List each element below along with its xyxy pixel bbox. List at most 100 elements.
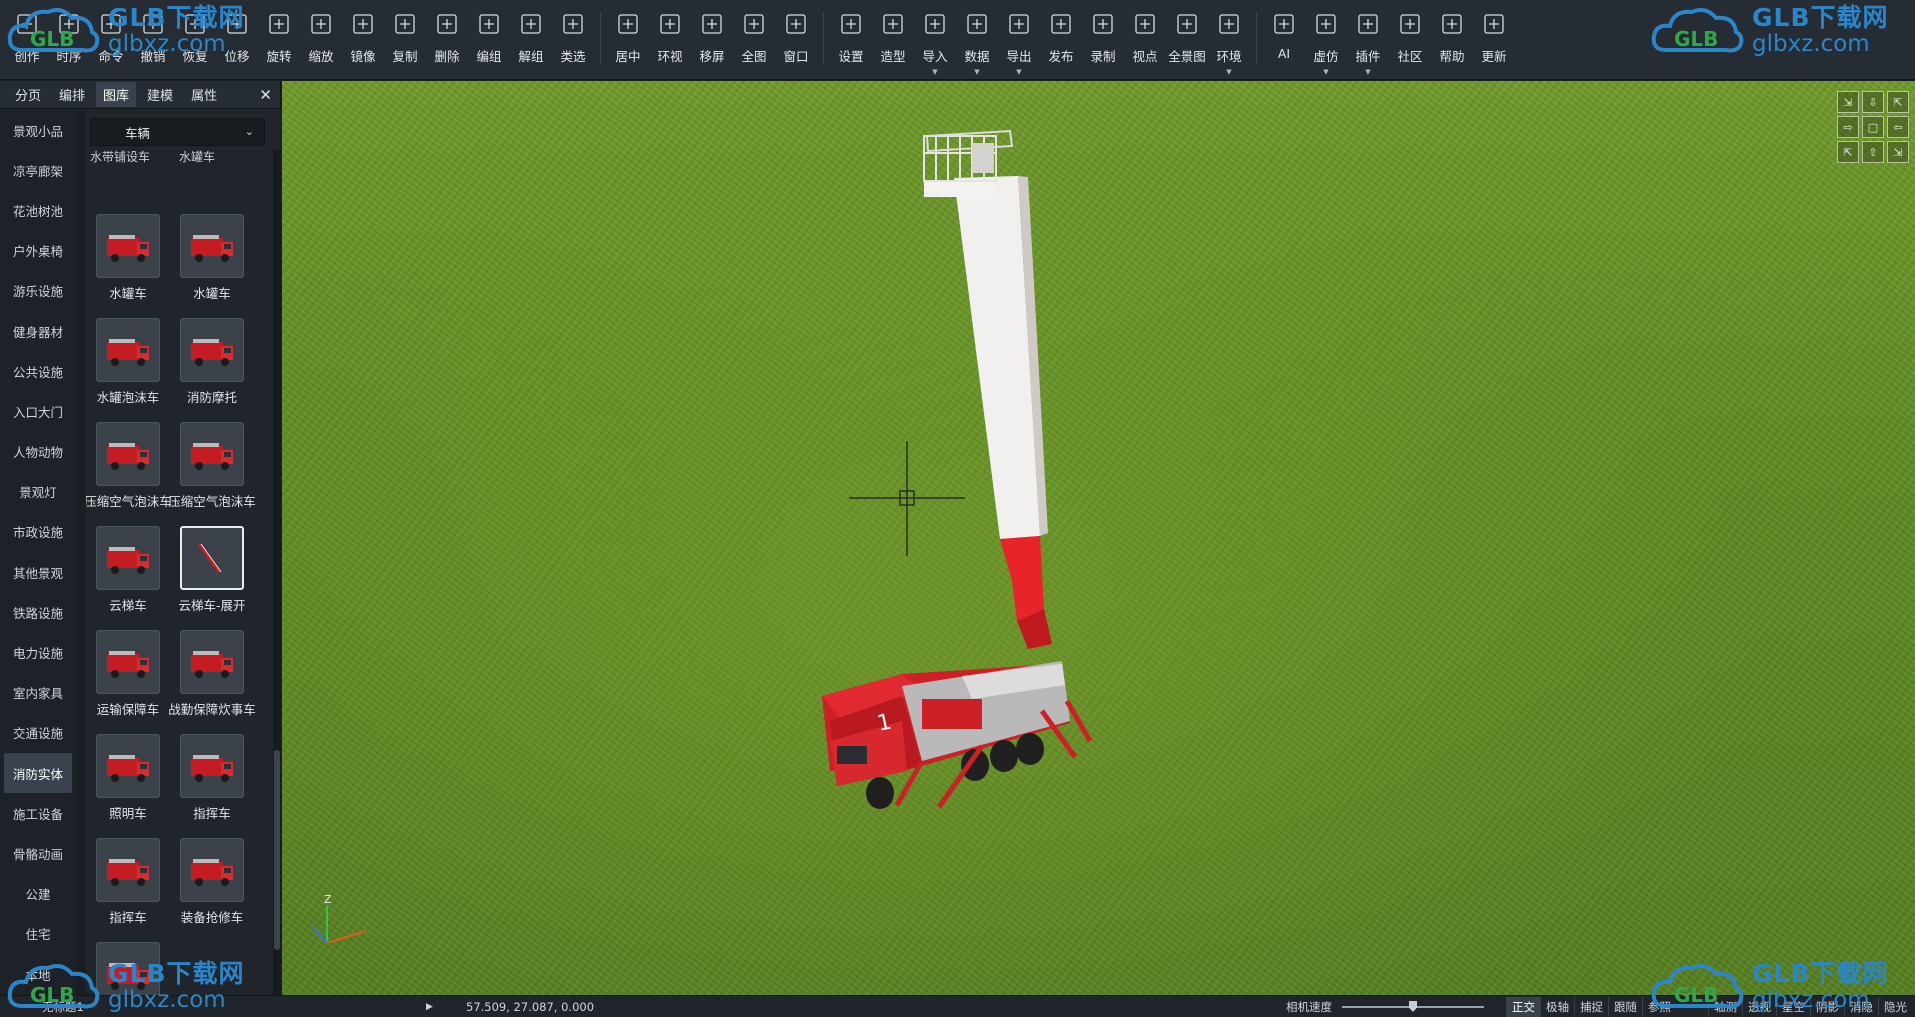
library-item[interactable]: 消防摩托 bbox=[170, 318, 254, 418]
toolbar-button-move[interactable]: 位移 bbox=[216, 0, 258, 80]
library-item[interactable]: 水罐泡沫车 bbox=[86, 318, 170, 418]
view-nav-button-icon[interactable]: ⇨ bbox=[1837, 116, 1859, 138]
camera-speed-handle[interactable] bbox=[1409, 1001, 1417, 1012]
view-nav-button-icon[interactable]: ⇧ bbox=[1862, 141, 1884, 163]
toolbar-button-plugin[interactable]: 插件 ▼ bbox=[1347, 0, 1389, 80]
view-mode-toggle[interactable]: 阴影 bbox=[1810, 996, 1844, 1017]
view-nav-button-icon[interactable]: ⇲ bbox=[1887, 141, 1909, 163]
toolbar-button-publish[interactable]: 发布 bbox=[1040, 0, 1082, 80]
snap-mode-toggle[interactable]: 极轴 bbox=[1540, 996, 1574, 1017]
toolbar-button-copy[interactable]: 复制 bbox=[384, 0, 426, 80]
toolbar-button-viewpoint[interactable]: 视点 bbox=[1124, 0, 1166, 80]
toolbar-button-fit-all[interactable]: 全图 bbox=[733, 0, 775, 80]
toolbar-button-center[interactable]: 居中 bbox=[607, 0, 649, 80]
library-item[interactable]: 指挥车 bbox=[86, 838, 170, 938]
toolbar-button-community[interactable]: 社区 bbox=[1389, 0, 1431, 80]
panel-tab[interactable]: 建模 bbox=[140, 82, 180, 107]
category-item[interactable]: 公建 bbox=[0, 874, 76, 914]
category-item[interactable]: 凉亭廊架 bbox=[0, 150, 76, 190]
library-item[interactable]: 水罐车 bbox=[86, 214, 170, 314]
toolbar-button-group[interactable]: 编组 bbox=[468, 0, 510, 80]
toolbar-button-help[interactable]: 帮助 bbox=[1431, 0, 1473, 80]
category-item[interactable]: 住宅 bbox=[0, 914, 76, 954]
category-item[interactable]: 其他景观 bbox=[0, 552, 76, 592]
play-arrow-icon[interactable]: ▶ bbox=[426, 1002, 433, 1012]
category-item[interactable]: 室内家具 bbox=[0, 673, 76, 713]
category-item[interactable]: 户外桌椅 bbox=[0, 231, 76, 271]
toolbar-button-scale[interactable]: 缩放 bbox=[300, 0, 342, 80]
view-nav-button-icon[interactable]: ⇱ bbox=[1887, 91, 1909, 113]
toolbar-button-data[interactable]: 数据 ▼ bbox=[956, 0, 998, 80]
view-nav-button-icon[interactable]: ⇱ bbox=[1837, 141, 1859, 163]
view-mode-toggle[interactable]: 透视 bbox=[1742, 996, 1776, 1017]
toolbar-button-timeline[interactable]: 时序 bbox=[48, 0, 90, 80]
panel-tab[interactable]: 编排 bbox=[52, 82, 92, 107]
snap-mode-toggle[interactable]: 捕捉 bbox=[1574, 996, 1608, 1017]
library-item[interactable]: 自装卸车 bbox=[86, 942, 170, 995]
panel-tab[interactable]: 属性 bbox=[184, 82, 224, 107]
library-item[interactable]: 压缩空气泡沫车 bbox=[86, 422, 172, 522]
toolbar-button-export[interactable]: 导出 ▼ bbox=[998, 0, 1040, 80]
category-item[interactable]: 景观小品 bbox=[0, 110, 76, 150]
toolbar-button-import[interactable]: 导入 ▼ bbox=[914, 0, 956, 80]
view-nav-button-icon[interactable]: ⇩ bbox=[1862, 91, 1884, 113]
category-item[interactable]: 施工设备 bbox=[0, 793, 76, 833]
3d-viewport[interactable]: 1 Z ⇲ ⇩ ⇱ ⇨ □ ⇦ ⇱ ⇧ ⇲ bbox=[282, 81, 1915, 995]
toolbar-button-vr[interactable]: 虚仿 ▼ bbox=[1305, 0, 1347, 80]
library-item[interactable]: 指挥车 bbox=[170, 734, 254, 834]
aerial-ladder-truck-model[interactable]: 1 bbox=[822, 129, 1093, 809]
category-item[interactable]: 花池树池 bbox=[0, 190, 76, 230]
library-item[interactable]: 运输保障车 bbox=[86, 630, 170, 730]
view-nav-button-icon[interactable]: ⇦ bbox=[1887, 116, 1909, 138]
category-scrollbar[interactable] bbox=[76, 110, 86, 995]
toolbar-button-environment[interactable]: 环境 ▼ bbox=[1208, 0, 1250, 80]
toolbar-button-settings[interactable]: 设置 bbox=[830, 0, 872, 80]
library-item[interactable]: 云梯车 bbox=[86, 526, 170, 626]
view-mode-toggle[interactable]: 消隐 bbox=[1844, 996, 1878, 1017]
toolbar-button-panorama[interactable]: 全景图 bbox=[1166, 0, 1208, 80]
category-item[interactable]: 消防实体 bbox=[4, 753, 72, 794]
category-item[interactable]: 公共设施 bbox=[0, 351, 76, 391]
category-item[interactable]: 交通设施 bbox=[0, 713, 76, 753]
category-item[interactable]: 骨骼动画 bbox=[0, 833, 76, 873]
toolbar-button-rotate[interactable]: 旋转 bbox=[258, 0, 300, 80]
scene-canvas[interactable]: 1 Z bbox=[282, 81, 1915, 995]
category-item[interactable]: 电力设施 bbox=[0, 632, 76, 672]
toolbar-button-mirror[interactable]: 镜像 bbox=[342, 0, 384, 80]
category-item[interactable]: 健身器材 bbox=[0, 311, 76, 351]
toolbar-button-command[interactable]: 命令 bbox=[90, 0, 132, 80]
library-scroll-thumb[interactable] bbox=[274, 750, 280, 950]
toolbar-button-update[interactable]: 更新 bbox=[1473, 0, 1515, 80]
view-nav-button-icon[interactable]: □ bbox=[1862, 116, 1884, 138]
toolbar-button-class-select[interactable]: 类选 bbox=[552, 0, 594, 80]
toolbar-button-undo[interactable]: 撤销 bbox=[132, 0, 174, 80]
category-item[interactable]: 本地 bbox=[0, 954, 76, 994]
library-item[interactable]: 云梯车-展开 bbox=[170, 526, 254, 626]
panel-tab[interactable]: 图库 bbox=[96, 82, 137, 107]
view-mode-toggle[interactable]: 轴测 bbox=[1708, 996, 1742, 1017]
library-item[interactable]: 水罐车 bbox=[170, 214, 254, 314]
toolbar-button-ungroup[interactable]: 解组 bbox=[510, 0, 552, 80]
toolbar-button-pan-hand[interactable]: 移屏 bbox=[691, 0, 733, 80]
toolbar-button-window-zoom[interactable]: 窗口 bbox=[775, 0, 817, 80]
category-item[interactable]: 景观灯 bbox=[0, 472, 76, 512]
category-item[interactable]: 人物动物 bbox=[0, 432, 76, 472]
view-mode-toggle[interactable]: 星空 bbox=[1776, 996, 1810, 1017]
view-nav-button-icon[interactable]: ⇲ bbox=[1837, 91, 1859, 113]
snap-mode-toggle[interactable]: 跟随 bbox=[1608, 996, 1642, 1017]
panel-close-icon[interactable]: ✕ bbox=[259, 86, 272, 104]
library-item[interactable]: 压缩空气泡沫车 bbox=[168, 422, 256, 522]
toolbar-button-record[interactable]: 录制 bbox=[1082, 0, 1124, 80]
snap-mode-toggle[interactable]: 正交 bbox=[1506, 996, 1540, 1017]
toolbar-button-ai[interactable]: AI bbox=[1263, 0, 1305, 80]
toolbar-button-modeling[interactable]: 造型 bbox=[872, 0, 914, 80]
toolbar-button-delete[interactable]: 删除 bbox=[426, 0, 468, 80]
library-item[interactable]: 照明车 bbox=[86, 734, 170, 834]
library-item[interactable]: 战勤保障炊事车 bbox=[168, 630, 256, 730]
category-item[interactable]: 游乐设施 bbox=[0, 271, 76, 311]
panel-tab[interactable]: 分页 bbox=[8, 82, 48, 107]
view-mode-toggle[interactable]: 隐光 bbox=[1878, 996, 1912, 1017]
library-scrollbar[interactable] bbox=[273, 150, 281, 995]
library-item[interactable]: 装备抢修车 bbox=[170, 838, 254, 938]
category-item[interactable]: 铁路设施 bbox=[0, 592, 76, 632]
